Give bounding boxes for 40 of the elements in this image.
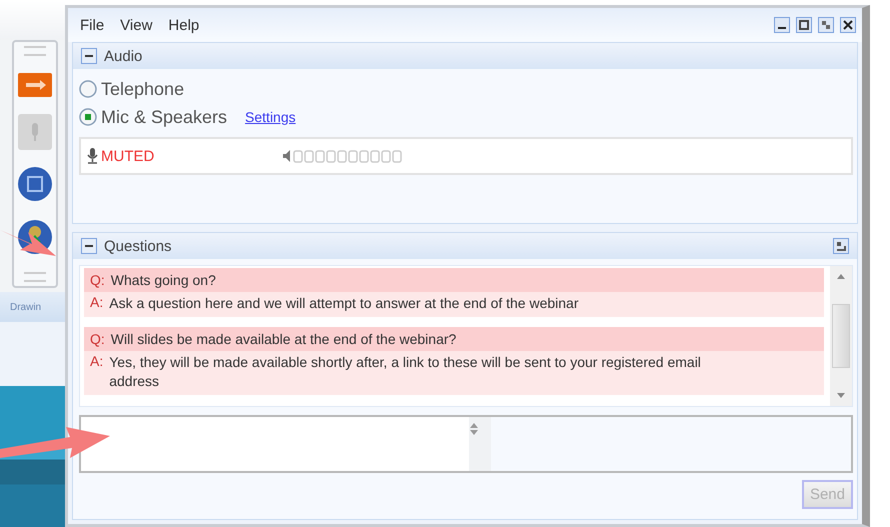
scrollbar-thumb[interactable] — [832, 304, 850, 368]
collapse-icon[interactable] — [81, 48, 97, 64]
grip-handle[interactable] — [24, 46, 46, 56]
arrow-button-icon[interactable] — [18, 72, 52, 97]
scrollbar[interactable] — [830, 266, 852, 406]
menu-item[interactable]: View — [120, 16, 152, 34]
radio-button[interactable] — [79, 108, 97, 126]
popout-icon[interactable] — [818, 17, 834, 33]
toolbar-caption: Drawin — [9, 302, 42, 312]
radio-button[interactable] — [79, 80, 97, 98]
answer-text: Yes, they will be made available shortly after, a link to these will be sent to your registered email address — [109, 353, 702, 391]
mute-status: MUTED — [101, 148, 156, 164]
radio-label: Telephone — [101, 78, 184, 100]
settings-link[interactable]: Settings — [245, 109, 296, 125]
collapse-icon[interactable] — [81, 238, 97, 254]
grip-handle[interactable] — [24, 272, 46, 282]
popout-icon[interactable] — [833, 238, 849, 254]
question-text: Will slides be made available at the end of the webinar? — [110, 330, 456, 348]
scroll-down-icon[interactable] — [836, 392, 846, 400]
close-icon[interactable] — [840, 17, 856, 33]
microphone-icon[interactable] — [18, 114, 52, 150]
minimize-icon[interactable] — [774, 17, 790, 33]
question-prefix: Q: — [90, 331, 105, 347]
answer-prefix: A: — [90, 353, 104, 369]
question-prefix: Q: — [90, 272, 105, 288]
radio-label: Mic & Speakers — [101, 106, 228, 128]
answer-prefix: A: — [90, 294, 104, 310]
scrollbar[interactable] — [469, 417, 491, 471]
answer-text: Ask a question here and we will attempt to answer at the end of the webinar — [109, 294, 579, 313]
screen-share-icon[interactable] — [17, 166, 53, 202]
microphone-icon — [87, 147, 99, 165]
menu-item[interactable]: File — [80, 16, 104, 34]
maximize-icon[interactable] — [796, 17, 812, 33]
question-input-field[interactable] — [79, 415, 853, 473]
section-title: Questions — [104, 238, 172, 254]
volume-meter-icon — [283, 148, 405, 164]
question-text: Whats going on? — [110, 270, 216, 290]
scroll-up-icon[interactable] — [836, 272, 846, 280]
section-title: Audio — [104, 48, 142, 64]
menu-item[interactable]: Help — [168, 16, 200, 34]
